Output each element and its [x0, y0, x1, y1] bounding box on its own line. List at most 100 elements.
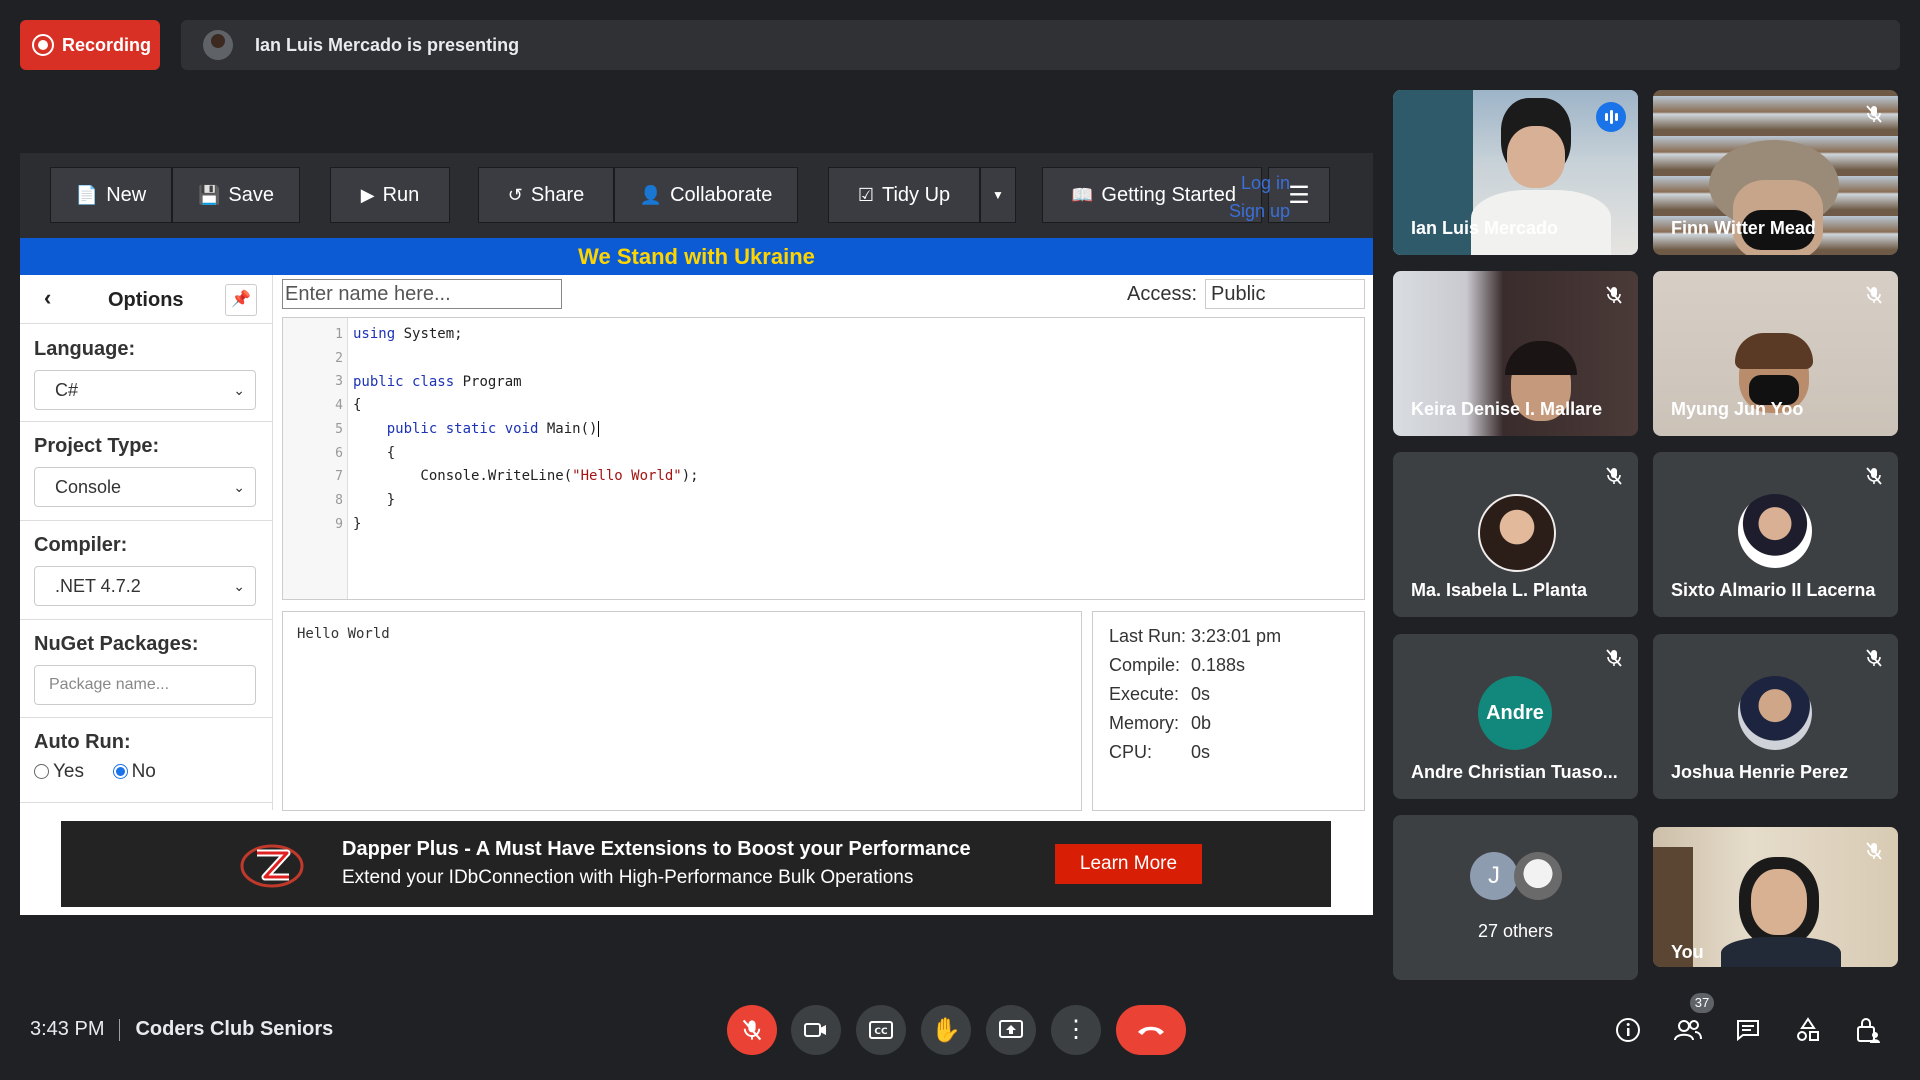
- avatar: [1738, 676, 1812, 750]
- captions-button[interactable]: CC: [856, 1005, 906, 1055]
- compiler-value: .NET 4.7.2: [55, 576, 141, 596]
- participant-tile[interactable]: Sixto Almario II Lacerna: [1653, 452, 1898, 617]
- autorun-radio-group: Yes No: [34, 761, 156, 783]
- host-controls-button[interactable]: [1848, 1010, 1888, 1050]
- recording-button[interactable]: Recording: [20, 20, 160, 70]
- project-type-section: Project Type: Console ⌄: [20, 421, 272, 521]
- raise-hand-button[interactable]: ✋: [921, 1005, 971, 1055]
- participant-name: Myung Jun Yoo: [1671, 399, 1804, 419]
- project-type-label: Project Type:: [34, 435, 160, 457]
- participant-name: Ma. Isabela L. Planta: [1411, 580, 1588, 600]
- mic-off-icon: [1866, 467, 1882, 485]
- pin-icon[interactable]: 📌: [225, 284, 257, 316]
- text-cursor: [598, 421, 600, 437]
- user-icon: 👤: [639, 184, 663, 205]
- nuget-label: NuGet Packages:: [34, 633, 199, 655]
- mic-off-icon: [1606, 286, 1622, 304]
- code-text: );: [681, 468, 699, 484]
- autorun-yes-radio[interactable]: [34, 764, 49, 780]
- output-text: Hello World: [297, 626, 390, 642]
- info-icon: [1616, 1018, 1640, 1042]
- chat-icon: [1737, 1020, 1759, 1042]
- language-select[interactable]: C# ⌄: [34, 370, 256, 410]
- code-text: System;: [395, 326, 463, 342]
- learn-more-button[interactable]: Learn More: [1055, 844, 1202, 884]
- hang-up-icon: [1138, 1026, 1164, 1035]
- stat-compile: Compile: 0.188s: [1109, 655, 1245, 676]
- leave-call-button[interactable]: [1116, 1005, 1186, 1055]
- sign-up-link[interactable]: Sign up: [1205, 197, 1290, 225]
- line-number: 9: [335, 517, 343, 532]
- participant-tile[interactable]: Myung Jun Yoo: [1653, 271, 1898, 436]
- ukraine-banner[interactable]: We Stand with Ukraine: [20, 238, 1373, 275]
- speaking-indicator-icon: [1596, 102, 1626, 132]
- avatar: [1514, 852, 1562, 900]
- camera-icon: [804, 1023, 826, 1037]
- new-button[interactable]: 📄 New: [50, 167, 172, 223]
- stat-label: Execute:: [1109, 684, 1180, 704]
- project-type-select[interactable]: Console ⌄: [34, 467, 256, 507]
- collaborate-button[interactable]: 👤 Collaborate: [614, 167, 798, 223]
- play-icon: ▶: [360, 184, 375, 205]
- participant-tile[interactable]: Andre Andre Christian Tuaso...: [1393, 634, 1638, 799]
- access-select[interactable]: Public: [1205, 279, 1365, 309]
- activities-button[interactable]: [1788, 1010, 1828, 1050]
- chat-button[interactable]: [1728, 1010, 1768, 1050]
- participant-name: Sixto Almario II Lacerna: [1671, 580, 1876, 600]
- avatar: [1478, 494, 1556, 572]
- people-button[interactable]: [1668, 1010, 1708, 1050]
- meeting-details[interactable]: 3:43 PM Coders Club Seniors: [30, 1018, 333, 1041]
- hamburger-icon: ☰: [1288, 181, 1310, 209]
- participant-tile[interactable]: Joshua Henrie Perez: [1653, 634, 1898, 799]
- stat-value: 0s: [1191, 742, 1211, 762]
- tidy-up-dropdown[interactable]: ▼: [980, 167, 1016, 223]
- file-icon: 📄: [75, 184, 99, 205]
- chevron-left-icon[interactable]: ‹: [44, 285, 51, 311]
- nuget-package-input[interactable]: Package name...: [34, 665, 256, 705]
- present-button[interactable]: [986, 1005, 1036, 1055]
- others-tile[interactable]: J 27 others: [1393, 815, 1638, 980]
- participant-tile[interactable]: Keira Denise I. Mallare: [1393, 271, 1638, 436]
- ad-headline: Dapper Plus - A Must Have Extensions to …: [342, 838, 971, 860]
- code-line: using System;: [353, 326, 463, 342]
- code-line: public static void Main(): [353, 421, 600, 437]
- collaborate-label: Collaborate: [670, 183, 773, 206]
- participant-tile[interactable]: Finn Witter Mead: [1653, 90, 1898, 255]
- autorun-label: Auto Run:: [34, 731, 131, 753]
- self-tile[interactable]: You: [1653, 827, 1898, 967]
- code-text: Console.WriteLine(: [353, 468, 573, 484]
- stat-label: CPU:: [1109, 742, 1153, 762]
- run-stats: Last Run: 3:23:01 pm Compile: 0.188s Execu…: [1092, 611, 1365, 811]
- compiler-select[interactable]: .NET 4.7.2 ⌄: [34, 566, 256, 606]
- autorun-no-label: No: [131, 761, 156, 782]
- meeting-time: 3:43 PM: [30, 1018, 105, 1040]
- tidy-up-button[interactable]: ☑ Tidy Up: [828, 167, 980, 223]
- autorun-no-radio[interactable]: [112, 764, 128, 780]
- code-editor[interactable]: 1 2 3 4 5 6 7 8 9 using System; public c…: [282, 317, 1365, 600]
- meeting-info-button[interactable]: [1608, 1010, 1648, 1050]
- participant-tile[interactable]: Ma. Isabela L. Planta: [1393, 452, 1638, 617]
- project-name-input[interactable]: Enter name here...: [282, 279, 562, 309]
- record-icon: [32, 34, 54, 56]
- presenting-banner: Ian Luis Mercado is presenting: [181, 20, 1900, 70]
- more-options-button[interactable]: ⋮: [1051, 1005, 1101, 1055]
- log-in-link[interactable]: Log in: [1205, 169, 1290, 197]
- stat-last-run: Last Run: 3:23:01 pm: [1109, 626, 1281, 647]
- project-type-value: Console: [55, 477, 122, 497]
- share-button[interactable]: ↺ Share: [478, 167, 614, 223]
- book-icon: 📖: [1071, 184, 1094, 205]
- check-square-icon: ☑: [857, 184, 874, 205]
- more-vert-icon: ⋮: [1064, 1016, 1088, 1043]
- hand-icon: ✋: [931, 1016, 961, 1044]
- access-label: Access:: [1127, 283, 1198, 305]
- line-number: 6: [335, 446, 343, 461]
- save-button[interactable]: 💾 Save: [172, 167, 300, 223]
- participant-tile[interactable]: Ian Luis Mercado: [1393, 90, 1638, 255]
- run-button[interactable]: ▶ Run: [330, 167, 450, 223]
- advertisement-banner[interactable]: Dapper Plus - A Must Have Extensions to …: [61, 821, 1331, 907]
- stat-memory: Memory: 0b: [1109, 713, 1211, 734]
- stat-cpu: CPU: 0s: [1109, 742, 1210, 763]
- microphone-button[interactable]: [727, 1005, 777, 1055]
- camera-button[interactable]: [791, 1005, 841, 1055]
- stat-label: Compile:: [1109, 655, 1181, 675]
